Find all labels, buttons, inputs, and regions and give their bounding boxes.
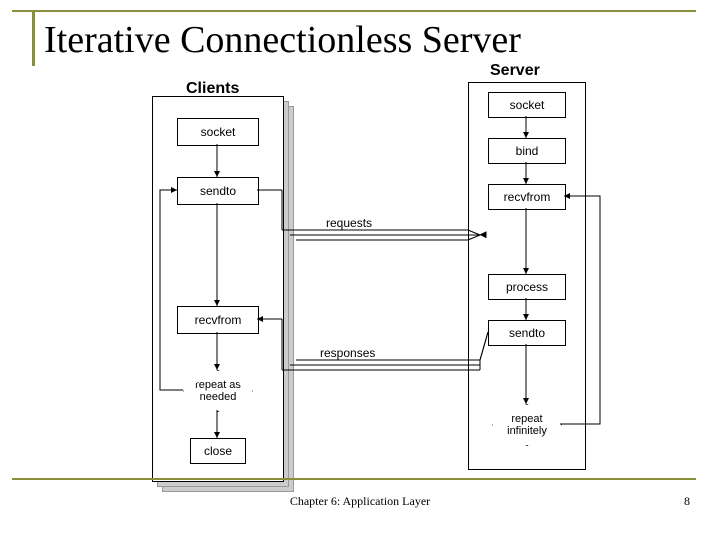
server-socket-box: socket — [488, 92, 566, 118]
title-accent — [32, 10, 35, 66]
client-sendto-box: sendto — [177, 177, 259, 205]
server-process-box: process — [488, 274, 566, 300]
server-header: Server — [490, 62, 540, 80]
server-recvfrom-box: recvfrom — [488, 184, 566, 210]
server-bind-box: bind — [488, 138, 566, 164]
footer-text: Chapter 6: Application Layer — [0, 494, 720, 509]
slide: Iterative Connectionless Server Clients … — [0, 0, 720, 540]
page-number: 8 — [684, 494, 690, 509]
server-sendto-box: sendto — [488, 320, 566, 346]
server-repeat-label: repeat infinitely — [507, 413, 547, 437]
bottom-rule — [12, 478, 696, 480]
responses-label: responses — [320, 346, 375, 360]
client-column — [152, 96, 284, 482]
client-repeat-label: repeat as needed — [195, 379, 241, 403]
client-recvfrom-box: recvfrom — [177, 306, 259, 334]
requests-label: requests — [326, 216, 372, 230]
client-socket-box: socket — [177, 118, 259, 146]
connectors — [0, 0, 720, 540]
page-title: Iterative Connectionless Server — [44, 18, 521, 62]
top-rule — [12, 10, 696, 12]
client-close-box: close — [190, 438, 246, 464]
